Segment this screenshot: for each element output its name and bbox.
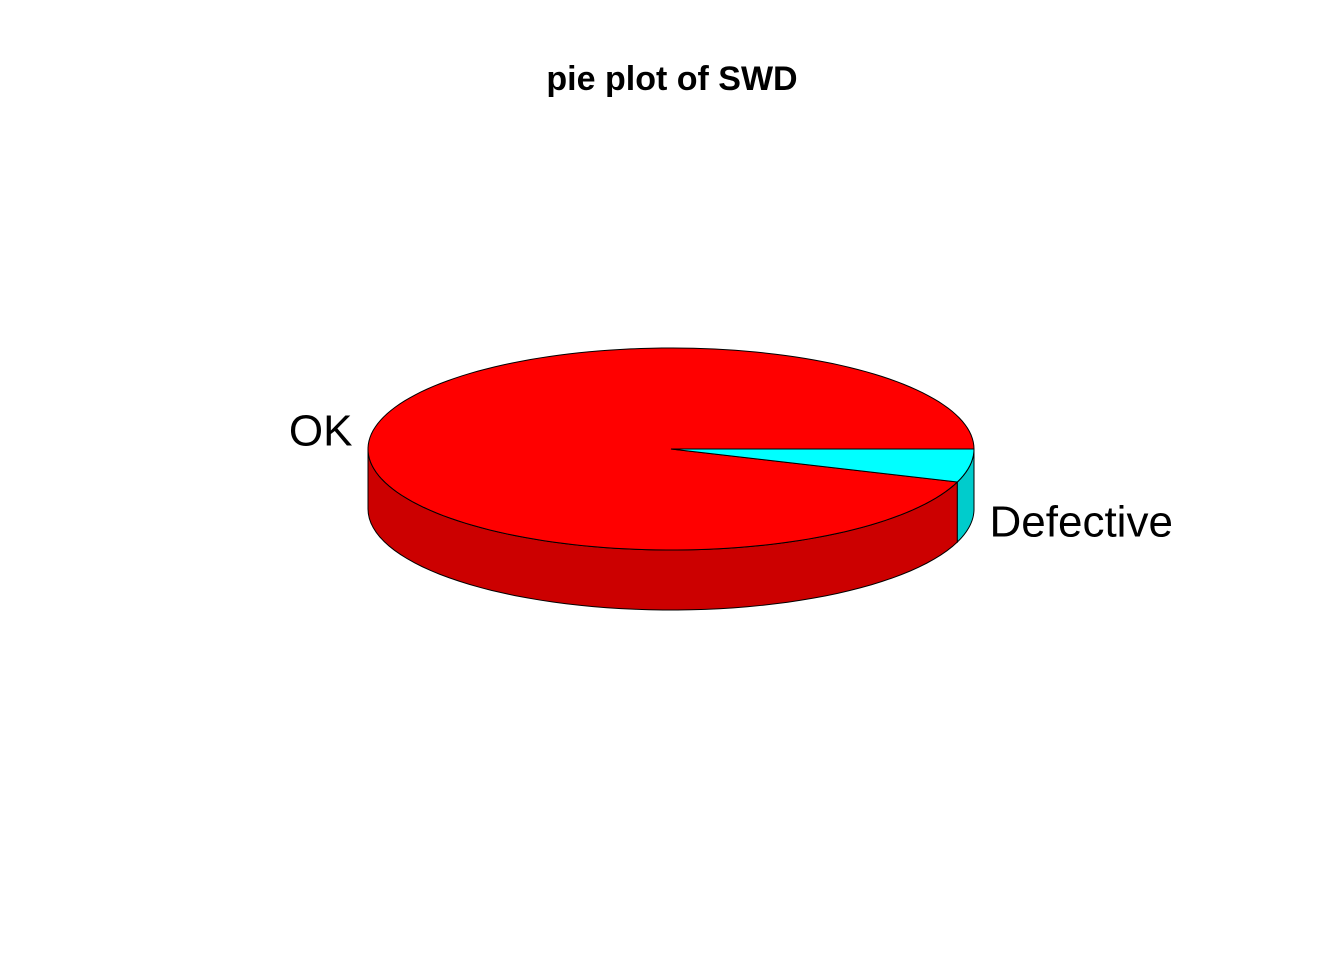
pie-label-ok: OK <box>289 406 353 455</box>
pie-top <box>367 347 975 551</box>
pie-chart: pie plot of SWD OK Defective <box>289 60 1173 611</box>
pie-label-defective: Defective <box>990 498 1173 547</box>
chart-title: pie plot of SWD <box>546 60 797 98</box>
